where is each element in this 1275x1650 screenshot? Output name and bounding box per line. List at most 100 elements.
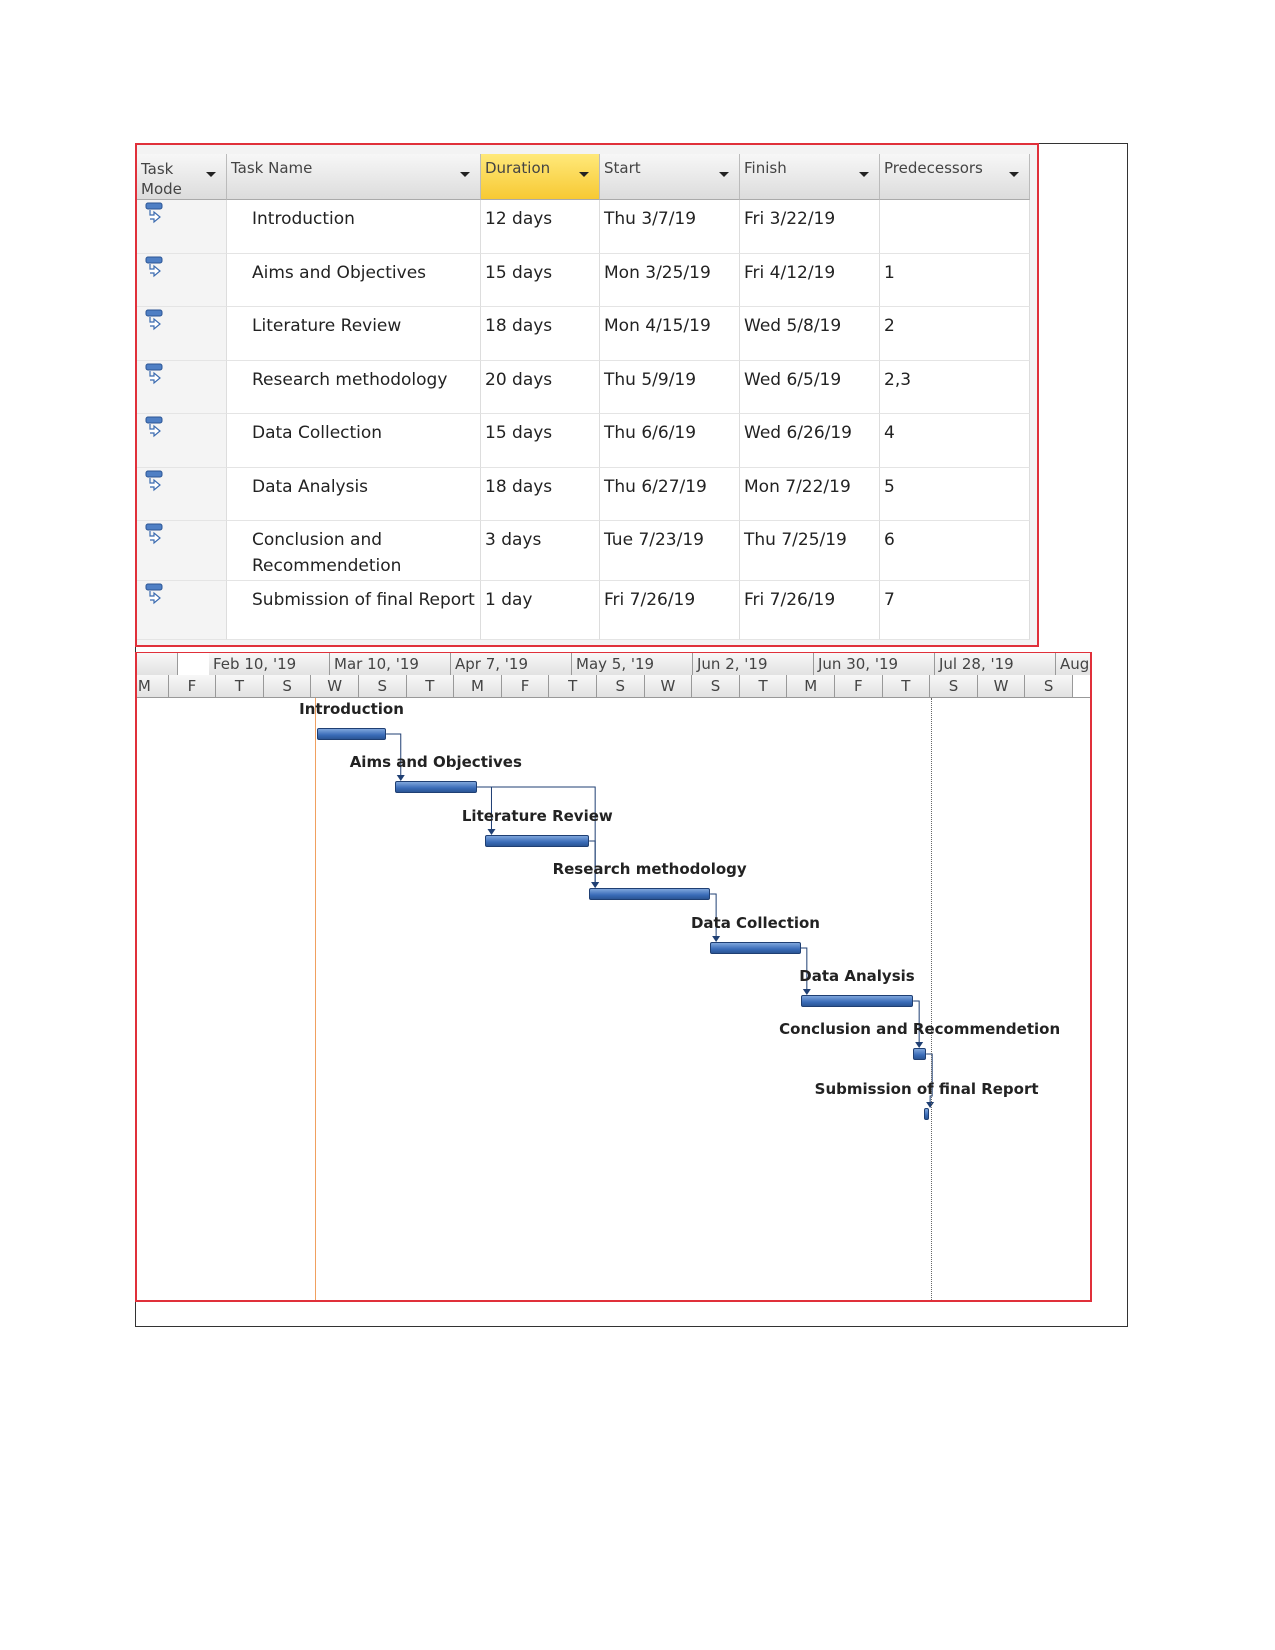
task-duration-cell[interactable]: 15 days	[481, 254, 600, 307]
timescale-minor-label: F	[168, 675, 217, 697]
task-name-cell[interactable]: Literature Review	[227, 307, 481, 361]
task-name-cell[interactable]: Data Analysis	[227, 468, 481, 521]
task-bar[interactable]	[800, 995, 914, 1007]
task-bar[interactable]	[710, 942, 801, 954]
task-predecessors-cell[interactable]: 2	[880, 307, 1030, 361]
timescale-minor-label: M	[787, 675, 835, 697]
timescale-major-label: Mar 10, '19	[330, 653, 451, 675]
task-mode-cell	[137, 581, 227, 640]
task-finish-cell[interactable]: Fri 4/12/19	[740, 254, 880, 307]
column-header-duration[interactable]: Duration	[481, 154, 600, 200]
task-bar-label: Submission of final Report	[814, 1080, 1039, 1098]
task-finish-cell[interactable]: Fri 7/26/19	[740, 581, 880, 640]
dropdown-arrow-icon[interactable]	[859, 172, 869, 177]
task-name-cell[interactable]: Data Collection	[227, 414, 481, 468]
task-finish-cell[interactable]: Wed 6/5/19	[740, 361, 880, 414]
task-finish-cell[interactable]: Thu 7/25/19	[740, 521, 880, 581]
task-name-cell[interactable]: Introduction	[227, 200, 481, 254]
column-header-finish[interactable]: Finish	[740, 154, 880, 200]
task-start-cell[interactable]: Thu 3/7/19	[600, 200, 740, 254]
task-start-cell[interactable]: Thu 5/9/19	[600, 361, 740, 414]
task-mode-cell	[137, 521, 227, 581]
timescale-minor-label: S	[359, 675, 407, 697]
task-predecessors-cell[interactable]: 6	[880, 521, 1030, 581]
timescale-minor-label: T	[216, 675, 264, 697]
task-duration-cell[interactable]: 20 days	[481, 361, 600, 414]
timescale-minor-label: S	[597, 675, 645, 697]
task-duration-cell[interactable]: 3 days	[481, 521, 600, 581]
task-bar-label: Literature Review	[461, 807, 613, 825]
task-start-cell[interactable]: Fri 7/26/19	[600, 581, 740, 640]
column-header-task-name[interactable]: Task Name	[227, 154, 481, 200]
task-bar[interactable]	[317, 728, 387, 740]
task-start-cell[interactable]: Tue 7/23/19	[600, 521, 740, 581]
column-header-predecessors[interactable]: Predecessors	[880, 154, 1030, 200]
task-name-cell[interactable]: Submission of final Report	[227, 581, 481, 640]
task-name-cell[interactable]: Aims and Objectives	[227, 254, 481, 307]
task-bar[interactable]	[394, 781, 477, 793]
dropdown-arrow-icon[interactable]	[579, 172, 589, 177]
task-predecessors-cell[interactable]: 1	[880, 254, 1030, 307]
dropdown-arrow-icon[interactable]	[460, 172, 470, 177]
task-start-cell[interactable]: Thu 6/6/19	[600, 414, 740, 468]
task-predecessors-cell[interactable]: 5	[880, 468, 1030, 521]
task-bar-label: Research methodology	[552, 860, 747, 878]
dropdown-arrow-icon[interactable]	[206, 172, 216, 177]
column-header-label: Task Name	[231, 159, 313, 177]
timescale-minor-label: T	[739, 675, 788, 697]
task-mode-cell	[137, 307, 227, 361]
auto-scheduled-icon	[145, 309, 163, 331]
timescale-minor-label: W	[977, 675, 1026, 697]
timescale-major-label: Jul 28, '19	[935, 653, 1056, 675]
task-bar-label: Aims and Objectives	[349, 753, 522, 771]
task-finish-cell[interactable]: Wed 5/8/19	[740, 307, 880, 361]
task-bar[interactable]	[924, 1108, 930, 1120]
task-duration-cell[interactable]: 18 days	[481, 468, 600, 521]
task-mode-cell	[137, 200, 227, 254]
timescale-minor-label: S	[1025, 675, 1073, 697]
task-finish-cell[interactable]: Mon 7/22/19	[740, 468, 880, 521]
project-start-line	[315, 698, 316, 1300]
dropdown-arrow-icon[interactable]	[719, 172, 729, 177]
task-name-cell[interactable]: Research methodology	[227, 361, 481, 414]
auto-scheduled-icon	[145, 470, 163, 492]
task-duration-cell[interactable]: 12 days	[481, 200, 600, 254]
auto-scheduled-icon	[145, 416, 163, 438]
task-bar[interactable]	[589, 888, 711, 900]
task-bar[interactable]	[913, 1048, 927, 1060]
task-duration-cell[interactable]: 15 days	[481, 414, 600, 468]
task-bar-label: Data Analysis	[799, 967, 915, 985]
timescale-minor-label: F	[835, 675, 883, 697]
timescale-minor-label: T	[549, 675, 597, 697]
column-header-label: Task Mode	[141, 160, 182, 198]
task-predecessors-cell[interactable]	[880, 200, 1030, 254]
task-start-cell[interactable]: Mon 3/25/19	[600, 254, 740, 307]
timescale-minor-label: M	[137, 675, 169, 697]
timescale-minor-label: W	[644, 675, 693, 697]
task-table: Task Mode Task Name Duration Start Finish Pre…	[135, 143, 1039, 647]
task-mode-cell	[137, 361, 227, 414]
column-header-label: Predecessors	[884, 159, 983, 177]
auto-scheduled-icon	[145, 583, 163, 605]
dropdown-arrow-icon[interactable]	[1009, 172, 1019, 177]
task-predecessors-cell[interactable]: 2,3	[880, 361, 1030, 414]
timescale-major-label: Aug	[1056, 653, 1090, 675]
column-header-task-mode[interactable]: Task Mode	[137, 154, 227, 200]
column-header-label: Finish	[744, 159, 787, 177]
task-predecessors-cell[interactable]: 4	[880, 414, 1030, 468]
timescale-minor-label: S	[263, 675, 312, 697]
task-finish-cell[interactable]: Fri 3/22/19	[740, 200, 880, 254]
timescale-minor-label: T	[882, 675, 931, 697]
task-start-cell[interactable]: Mon 4/15/19	[600, 307, 740, 361]
task-bar-label: Data Collection	[690, 914, 820, 932]
task-bar[interactable]	[485, 835, 590, 847]
task-predecessors-cell[interactable]: 7	[880, 581, 1030, 640]
task-name-cell[interactable]: Conclusion and Recommendetion	[227, 521, 481, 581]
timescale-minor-label: S	[930, 675, 978, 697]
task-duration-cell[interactable]: 1 day	[481, 581, 600, 640]
task-finish-cell[interactable]: Wed 6/26/19	[740, 414, 880, 468]
task-mode-cell	[137, 468, 227, 521]
task-duration-cell[interactable]: 18 days	[481, 307, 600, 361]
task-start-cell[interactable]: Thu 6/27/19	[600, 468, 740, 521]
column-header-start[interactable]: Start	[600, 154, 740, 200]
